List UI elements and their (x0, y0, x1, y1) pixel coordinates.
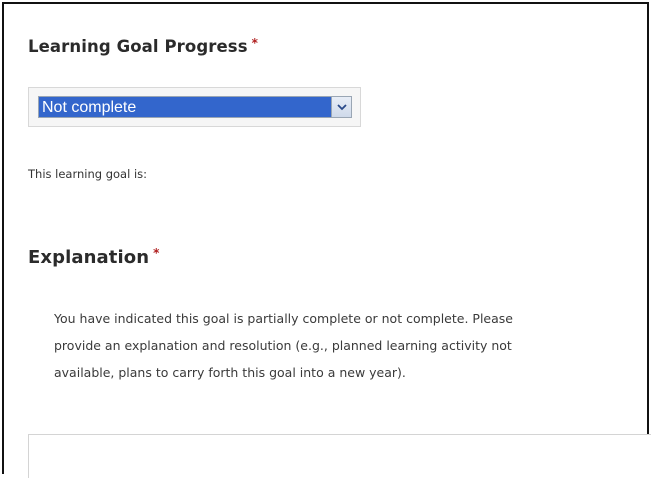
progress-select-value: Not complete (42, 99, 137, 116)
required-marker: * (251, 36, 259, 50)
chevron-down-icon[interactable] (331, 97, 351, 117)
form-panel: Learning Goal Progress * Not complete Thi… (2, 2, 651, 478)
required-marker: * (153, 246, 160, 260)
explanation-textarea[interactable] (28, 434, 651, 478)
progress-select-container: Not complete (28, 87, 361, 127)
progress-select[interactable]: Not complete (38, 96, 352, 118)
learning-goal-progress-heading: Learning Goal Progress * (28, 36, 259, 56)
learning-goal-progress-label: Learning Goal Progress (28, 37, 248, 56)
instruction-line: You have indicated this goal is partiall… (54, 311, 513, 326)
explanation-instructions: You have indicated this goal is partiall… (54, 305, 649, 386)
explanation-heading: Explanation * (28, 246, 160, 268)
instruction-line: available, plans to carry forth this goa… (54, 365, 406, 380)
explanation-label: Explanation (28, 247, 150, 268)
instruction-line: provide an explanation and resolution (e… (54, 338, 512, 353)
goal-status-text: This learning goal is: (28, 167, 148, 181)
